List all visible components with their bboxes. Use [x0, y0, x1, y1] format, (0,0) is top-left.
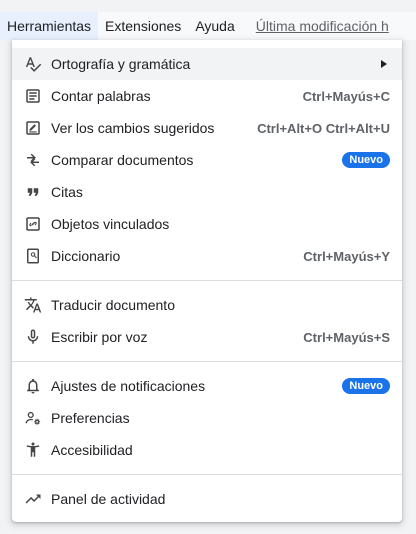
menu-item-label: Objetos vinculados [51, 216, 170, 232]
translate-icon [24, 296, 42, 314]
compare-icon [24, 151, 42, 169]
menu-divider [12, 474, 402, 475]
menu-group-editing: Ortografía y gramática Contar palabras C… [12, 40, 402, 272]
keyboard-shortcut: Ctrl+Mayús+Y [303, 248, 390, 264]
menu-extensiones[interactable]: Extensiones [98, 12, 188, 40]
linked-objects-icon [24, 215, 42, 233]
menu-group-settings: Ajustes de notificaciones Nuevo Preferen… [12, 370, 402, 466]
menu-item-linked-objects[interactable]: Objetos vinculados [12, 208, 402, 240]
trending-up-icon [24, 490, 42, 508]
menu-item-citations[interactable]: Citas [12, 176, 402, 208]
menu-item-preferences[interactable]: Preferencias [12, 402, 402, 434]
menu-item-dictionary[interactable]: Diccionario Ctrl+Mayús+Y [12, 240, 402, 272]
menu-divider [12, 361, 402, 362]
menu-item-suggested-changes[interactable]: Ver los cambios sugeridos Ctrl+Alt+O Ctr… [12, 112, 402, 144]
menu-item-label: Ajustes de notificaciones [51, 378, 206, 394]
keyboard-shortcut: Ctrl+Mayús+C [302, 88, 390, 104]
last-modified-link[interactable]: Última modificación h [256, 18, 389, 34]
microphone-icon [24, 328, 42, 346]
menu-item-accessibility[interactable]: Accesibilidad [12, 434, 402, 466]
preferences-icon [24, 409, 42, 427]
menu-item-label: Contar palabras [51, 88, 151, 104]
menu-item-label: Traducir documento [51, 297, 175, 313]
dictionary-icon [24, 247, 42, 265]
menu-item-label: Ortografía y gramática [51, 56, 191, 72]
menu-item-label: Ver los cambios sugeridos [51, 120, 215, 136]
menu-item-activity-dashboard[interactable]: Panel de actividad [12, 483, 402, 515]
menu-item-word-count[interactable]: Contar palabras Ctrl+Mayús+C [12, 80, 402, 112]
menu-item-compare-documents[interactable]: Comparar documentos Nuevo [12, 144, 402, 176]
menu-herramientas[interactable]: Herramientas [0, 12, 99, 40]
tools-dropdown-menu: Ortografía y gramática Contar palabras C… [12, 40, 402, 522]
menu-item-label: Diccionario [51, 248, 121, 264]
word-count-icon [24, 87, 42, 105]
menu-item-label: Accesibilidad [51, 442, 133, 458]
menu-item-spellcheck[interactable]: Ortografía y gramática [12, 48, 402, 80]
menu-group-activity: Panel de actividad [12, 483, 402, 515]
menubar: Herramientas Extensiones Ayuda Última mo… [0, 12, 416, 40]
new-badge: Nuevo [342, 152, 390, 168]
menu-item-translate[interactable]: Traducir documento [12, 289, 402, 321]
keyboard-shortcut: Ctrl+Mayús+S [303, 329, 390, 345]
menu-item-label: Comparar documentos [51, 152, 194, 168]
menu-item-voice-typing[interactable]: Escribir por voz Ctrl+Mayús+S [12, 321, 402, 353]
spellcheck-icon [24, 55, 42, 73]
menu-item-label: Escribir por voz [51, 329, 148, 345]
bell-icon [24, 377, 42, 395]
menu-item-label: Panel de actividad [51, 491, 166, 507]
accessibility-icon [24, 441, 42, 459]
menu-divider [12, 280, 402, 281]
menu-item-label: Preferencias [51, 410, 130, 426]
new-badge: Nuevo [342, 378, 390, 394]
submenu-arrow-icon [381, 60, 387, 68]
menu-group-language: Traducir documento Escribir por voz Ctrl… [12, 289, 402, 353]
menu-ayuda[interactable]: Ayuda [188, 12, 241, 40]
quote-icon [24, 183, 42, 201]
keyboard-shortcut: Ctrl+Alt+O Ctrl+Alt+U [257, 120, 390, 136]
menu-item-label: Citas [51, 184, 83, 200]
menu-item-notifications[interactable]: Ajustes de notificaciones Nuevo [12, 370, 402, 402]
suggested-changes-icon [24, 119, 42, 137]
